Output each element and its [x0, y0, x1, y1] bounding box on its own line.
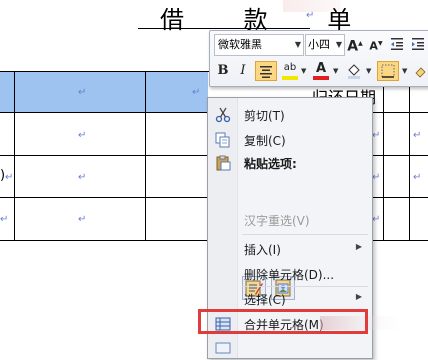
selected-cell[interactable]: [0, 72, 14, 112]
highlight-icon: ab: [283, 62, 297, 73]
chevron-down-icon[interactable]: ▼: [366, 67, 371, 75]
paragraph-mark: ↵: [78, 87, 87, 98]
paragraph-mark: ↵: [413, 172, 422, 183]
highlight-swatch: [282, 76, 298, 80]
italic-button[interactable]: I: [234, 61, 252, 81]
table-border: [0, 71, 209, 72]
table-border: [370, 197, 428, 198]
table-border: [370, 155, 428, 156]
chevron-down-icon[interactable]: ▼: [402, 67, 407, 75]
submenu-arrow-icon: ▶: [355, 292, 362, 301]
increase-indent-icon: [412, 38, 424, 50]
highlight-color-button[interactable]: ab: [280, 61, 300, 81]
paste-icon: [216, 155, 231, 171]
decrease-indent-icon: [391, 38, 403, 50]
chevron-down-icon: ▼: [294, 40, 301, 49]
menu-item-copy[interactable]: 复制(C): [208, 129, 372, 151]
shrink-font-button[interactable]: A▼: [368, 34, 384, 54]
menu-item-label: 删除单元格(D)...: [244, 268, 335, 282]
center-align-icon: [260, 66, 272, 78]
menu-item-label: 剪切(T): [244, 109, 285, 123]
menu-item-cut[interactable]: 剪切(T): [208, 104, 372, 126]
table-border: [145, 71, 146, 241]
table-border: [0, 112, 209, 113]
font-size-select[interactable]: 小四 ▼: [305, 34, 345, 56]
title-underline: [138, 28, 310, 29]
menu-item-reconversion: 汉字重选(V): [208, 209, 372, 231]
menu-item-paste-options: 粘贴选项:: [208, 152, 372, 174]
menu-item-label: 汉字重选(V): [244, 214, 310, 228]
submenu-arrow-icon: ▶: [355, 242, 362, 251]
grow-font-button[interactable]: A▲: [347, 34, 363, 55]
increase-indent-button[interactable]: [409, 34, 427, 54]
table-border: [370, 240, 428, 241]
paragraph-mark: ↵: [413, 130, 422, 141]
chevron-down-icon[interactable]: ▼: [301, 67, 306, 75]
menu-separator: [242, 234, 368, 235]
font-color-swatch: [313, 76, 329, 80]
table-icon: [215, 342, 231, 354]
menu-item-label: 插入(I): [244, 243, 281, 257]
table-border: [0, 197, 209, 198]
menu-item-label: 选择(C): [244, 293, 286, 307]
decrease-indent-button[interactable]: [388, 34, 406, 54]
paragraph-mark: ↵: [0, 214, 9, 225]
menu-item-select[interactable]: 选择(C) ▶: [208, 288, 372, 310]
highlight-annotation-box: [198, 309, 368, 334]
font-size-value: 小四: [308, 38, 330, 51]
borders-icon: [381, 64, 395, 78]
table-border: [0, 240, 209, 241]
menu-item-next[interactable]: [208, 338, 372, 360]
paragraph-mark: ↵: [5, 172, 14, 183]
chevron-down-icon[interactable]: ▼: [333, 67, 338, 75]
font-color-icon: A: [315, 61, 327, 76]
mini-toolbar: 微软雅黑 ▼ 小四 ▼ A▲ A▼ B I ab ▼ A ▼ ▼ ▼: [209, 30, 428, 87]
copy-icon: [215, 132, 230, 148]
bold-button[interactable]: B: [214, 61, 232, 81]
scissors-icon: [215, 107, 231, 123]
paint-bucket-icon: [348, 64, 360, 79]
table-border: [409, 71, 410, 241]
center-align-button[interactable]: [255, 61, 277, 81]
borders-button[interactable]: [377, 61, 399, 81]
table-border: [14, 71, 15, 241]
menu-item-insert[interactable]: 插入(I) ▶: [208, 238, 372, 260]
paragraph-mark: ↵: [78, 214, 87, 225]
menu-item-delete-cells[interactable]: 删除单元格(D)...: [208, 263, 372, 285]
paragraph-mark: ↵: [372, 130, 381, 141]
shrink-font-icon: A: [369, 39, 378, 53]
menu-item-label: 复制(C): [244, 134, 286, 148]
menu-separator: [242, 286, 368, 287]
font-name-select[interactable]: 微软雅黑 ▼: [214, 34, 304, 56]
table-border: [370, 112, 428, 113]
paragraph-mark: ↵: [78, 130, 87, 141]
paragraph-mark: ↵: [372, 172, 381, 183]
shading-button[interactable]: [344, 61, 364, 81]
table-border: [0, 155, 209, 156]
paragraph-mark: ↵: [306, 10, 315, 21]
font-name-value: 微软雅黑: [218, 38, 262, 51]
table-border: [383, 71, 384, 241]
eraser-icon: [415, 67, 426, 78]
grow-font-icon: A: [347, 38, 359, 55]
paragraph-mark: ↵: [372, 214, 381, 225]
chevron-down-icon: ▼: [335, 40, 342, 49]
format-painter-button[interactable]: [412, 61, 428, 81]
paragraph-mark: ↵: [192, 87, 201, 98]
font-color-button[interactable]: A: [311, 61, 331, 81]
paragraph-mark: ↵: [78, 172, 87, 183]
menu-item-label: 粘贴选项:: [244, 157, 297, 171]
